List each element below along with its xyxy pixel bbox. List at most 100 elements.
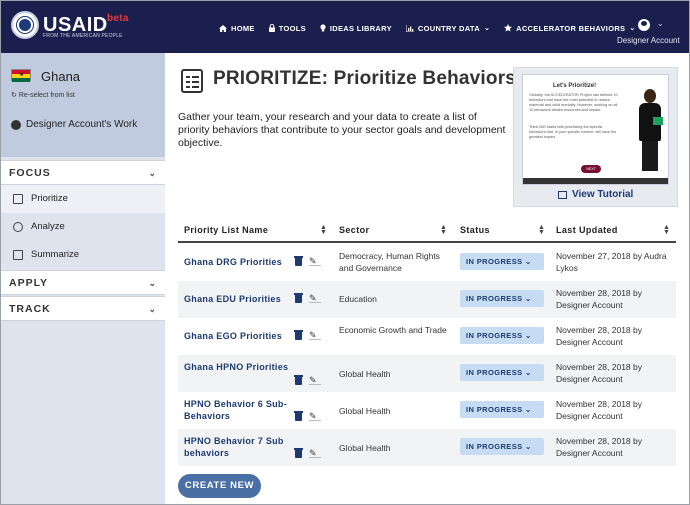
- pencil-icon[interactable]: ✎: [309, 375, 321, 385]
- star-icon: [504, 24, 513, 32]
- top-navbar: USAID FROM THE AMERICAN PEOPLE beta HOME…: [1, 1, 689, 53]
- chevron-down-icon: ⌄: [524, 368, 532, 377]
- status-dropdown[interactable]: IN PROGRESS ⌄: [460, 364, 544, 381]
- brand-tagline: FROM THE AMERICAN PEOPLE: [43, 33, 123, 39]
- usaid-seal-icon: [11, 11, 39, 39]
- table-row: Ghana DRG Priorities ✎ Democracy, Human …: [178, 244, 676, 281]
- col-header-updated[interactable]: Last Updated: [556, 225, 618, 235]
- priority-list-link[interactable]: Ghana EDU Priorities: [184, 293, 288, 305]
- nav-home[interactable]: HOME: [219, 24, 255, 33]
- row-sector: Global Health: [339, 406, 391, 416]
- table-row: Ghana EDU Priorities ✎ Education IN PROG…: [178, 281, 676, 318]
- sort-icon[interactable]: ▲ ▼: [320, 224, 327, 236]
- status-dropdown[interactable]: IN PROGRESS ⌄: [460, 327, 544, 344]
- section-apply-label: APPLY: [9, 277, 49, 289]
- row-sector: Global Health: [339, 443, 391, 453]
- trash-icon[interactable]: [294, 411, 303, 421]
- analyze-icon: [13, 222, 23, 232]
- checklist-icon: [181, 69, 203, 93]
- pencil-icon[interactable]: ✎: [309, 330, 321, 340]
- status-dropdown[interactable]: IN PROGRESS ⌄: [460, 401, 544, 418]
- pencil-icon[interactable]: ✎: [309, 293, 321, 303]
- row-sector: Global Health: [339, 369, 391, 379]
- user-icon: [11, 119, 21, 130]
- priority-list-link[interactable]: HPNO Behavior 6 Sub-Behaviors: [184, 398, 296, 422]
- view-tutorial-link[interactable]: View Tutorial: [558, 189, 633, 200]
- row-updated: November 28, 2018 by Designer Account: [556, 325, 642, 347]
- row-sector: Education: [339, 294, 377, 304]
- priority-list-link[interactable]: Ghana HPNO Priorities: [184, 361, 304, 373]
- section-apply[interactable]: APPLY ⌄: [1, 270, 165, 295]
- user-avatar-icon: [638, 19, 650, 31]
- bar-chart-icon: [405, 24, 414, 32]
- sort-icon[interactable]: ▲ ▼: [538, 224, 545, 236]
- country-panel: Ghana ↻ Re-select from list Designer Acc…: [1, 53, 165, 157]
- status-dropdown[interactable]: IN PROGRESS ⌄: [460, 438, 544, 455]
- priority-list-link[interactable]: HPNO Behavior 7 Sub behaviors: [184, 435, 292, 459]
- status-dropdown[interactable]: IN PROGRESS ⌄: [460, 253, 544, 270]
- row-updated: November 28, 2018 by Designer Account: [556, 288, 642, 310]
- chevron-down-icon: ⌄: [524, 442, 532, 451]
- video-progress-bar[interactable]: [523, 178, 668, 184]
- sidebar-item-analyze[interactable]: Analyze: [1, 213, 165, 241]
- status-label: IN PROGRESS: [466, 442, 523, 451]
- nav-country-data[interactable]: COUNTRY DATA ⌄: [405, 24, 491, 33]
- table-row: HPNO Behavior 7 Sub behaviors ✎ Global H…: [178, 429, 676, 466]
- chevron-down-icon: ⌄: [483, 25, 491, 32]
- account-work-link[interactable]: Designer Account's Work: [11, 119, 137, 130]
- sidebar-item-summarize[interactable]: Summarize: [1, 241, 165, 269]
- row-sector: Democracy, Human Rights and Governance: [339, 251, 440, 273]
- section-focus[interactable]: FOCUS ⌄: [1, 160, 165, 185]
- sort-icon[interactable]: ▲ ▼: [440, 224, 447, 236]
- presenter-image: [635, 89, 665, 175]
- account-menu[interactable]: ⌄ Designer Account: [617, 17, 683, 49]
- col-header-name[interactable]: Priority List Name: [184, 225, 268, 235]
- nav-ideas-library-label: IDEAS LIBRARY: [329, 23, 392, 33]
- video-next-label: NEXT: [586, 167, 596, 171]
- nav-ideas-library[interactable]: IDEAS LIBRARY: [320, 24, 392, 33]
- trash-icon[interactable]: [294, 448, 303, 458]
- col-header-status[interactable]: Status: [460, 225, 490, 235]
- nav-tools[interactable]: TOOLS: [268, 24, 306, 33]
- sidebar-item-prioritize[interactable]: Prioritize: [1, 185, 165, 213]
- video-text-2: Think BIG starts with prioritizing the s…: [529, 125, 617, 139]
- sidebar-item-label: Prioritize: [31, 193, 68, 204]
- chevron-down-icon: ⌄: [148, 168, 157, 178]
- nav-accelerator-behaviors-label: ACCELERATOR BEHAVIORS: [516, 23, 626, 33]
- status-label: IN PROGRESS: [466, 368, 523, 377]
- nav-accelerator-behaviors[interactable]: ACCELERATOR BEHAVIORS ⌄: [504, 24, 635, 33]
- sort-icon[interactable]: ▲ ▼: [663, 224, 670, 236]
- video-heading: Let's Prioritize!: [553, 83, 597, 89]
- col-header-sector[interactable]: Sector: [339, 225, 369, 235]
- trash-icon[interactable]: [294, 375, 303, 385]
- trash-icon[interactable]: [294, 256, 303, 266]
- trash-icon[interactable]: [294, 330, 303, 340]
- chevron-down-icon: ⌄: [524, 331, 532, 340]
- beta-badge: beta: [107, 13, 129, 24]
- section-track[interactable]: TRACK ⌄: [1, 296, 165, 321]
- chevron-down-icon: ⌄: [524, 294, 532, 303]
- reselect-country-link[interactable]: ↻ Re-select from list: [11, 91, 75, 99]
- account-name: Designer Account: [617, 36, 680, 45]
- pencil-icon[interactable]: ✎: [309, 256, 321, 266]
- usaid-logo[interactable]: USAID FROM THE AMERICAN PEOPLE: [11, 10, 123, 40]
- pencil-icon[interactable]: ✎: [309, 411, 321, 421]
- status-dropdown[interactable]: IN PROGRESS ⌄: [460, 290, 544, 307]
- page-title: PRIORITIZE: Prioritize Behaviors: [213, 68, 517, 89]
- sidebar-item-label: Analyze: [31, 221, 65, 232]
- video-next-button[interactable]: NEXT: [581, 165, 601, 173]
- status-label: IN PROGRESS: [466, 294, 523, 303]
- tutorial-panel: Let's Prioritize! Globally, the ACCELERA…: [513, 67, 678, 207]
- trash-icon[interactable]: [294, 293, 303, 303]
- create-new-button[interactable]: CREATE NEW: [178, 474, 261, 498]
- chevron-down-icon: ⌄: [148, 278, 157, 288]
- app-window: USAID FROM THE AMERICAN PEOPLE beta HOME…: [0, 0, 690, 505]
- ghana-flag-icon: [11, 69, 31, 82]
- priority-list-link[interactable]: Ghana DRG Priorities: [184, 256, 288, 268]
- tutorial-video[interactable]: Let's Prioritize! Globally, the ACCELERA…: [522, 74, 669, 185]
- lightbulb-icon: [320, 24, 326, 32]
- priority-list-link[interactable]: Ghana EGO Priorities: [184, 330, 288, 342]
- row-updated: November 28, 2018 by Designer Account: [556, 436, 642, 458]
- pencil-icon[interactable]: ✎: [309, 448, 321, 458]
- main-nav: HOME TOOLS IDEAS LIBRARY COUNTRY DATA ⌄ …: [219, 21, 650, 35]
